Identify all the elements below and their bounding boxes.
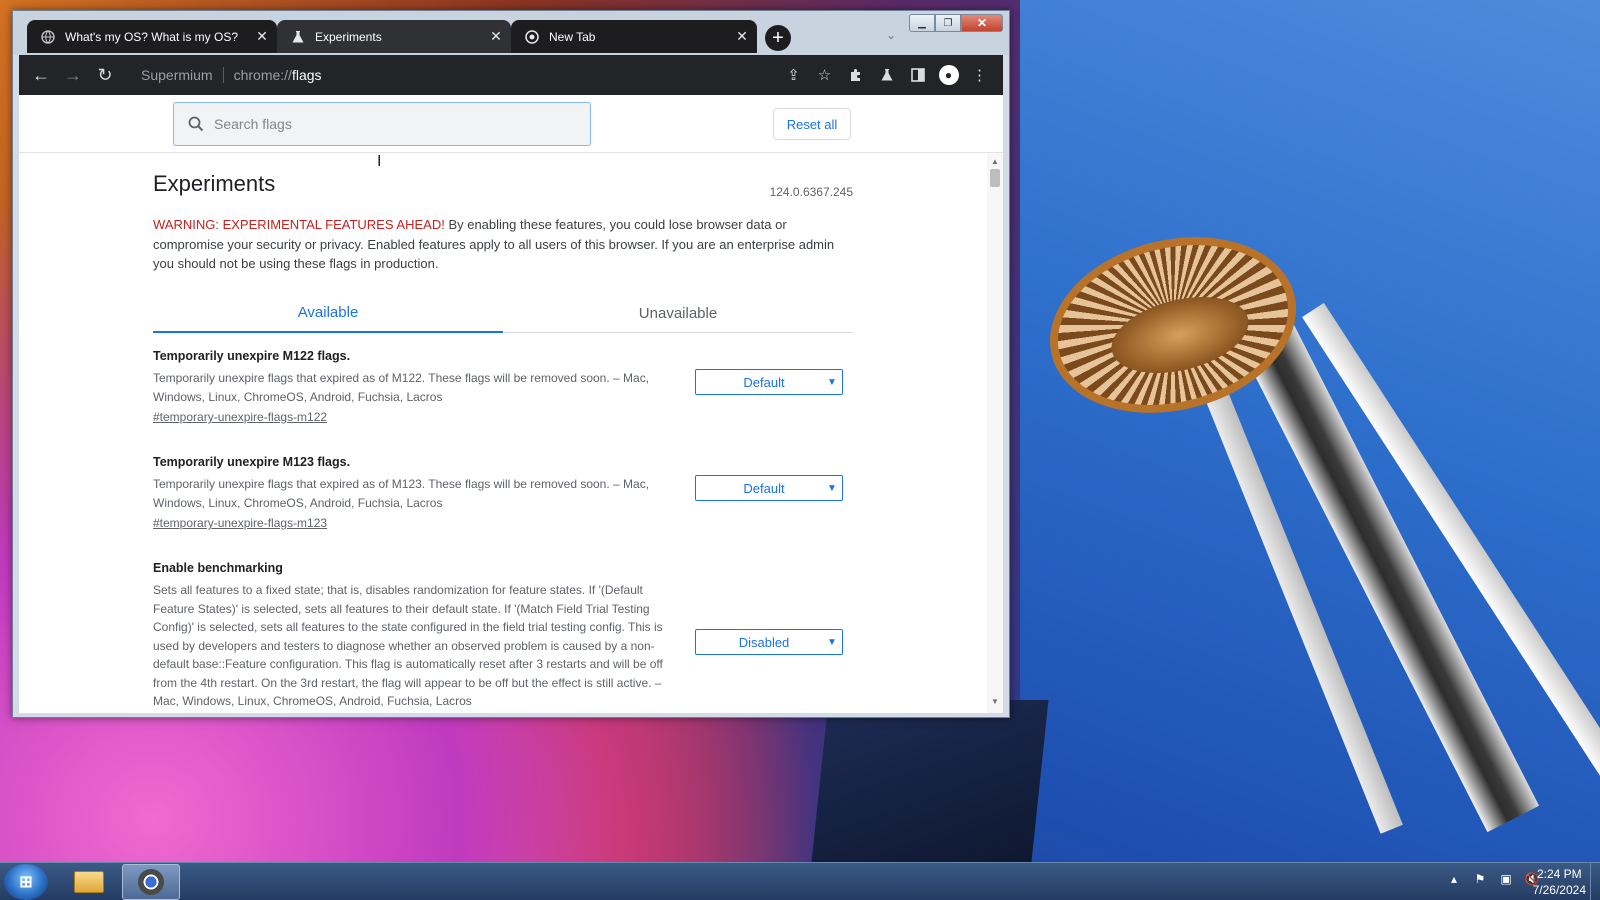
side-panel-icon[interactable] [902, 59, 933, 91]
scroll-up-arrow-icon[interactable]: ▲ [987, 157, 1003, 169]
flag-state-select[interactable]: Default ▼ [695, 369, 843, 395]
reset-all-button[interactable]: Reset all [773, 108, 851, 140]
vertical-scrollbar[interactable]: ▲ ▼ [987, 153, 1003, 713]
chevron-down-icon: ▼ [827, 376, 837, 388]
flags-content: Experiments 124.0.6367.245 WARNING: EXPE… [153, 153, 853, 713]
version-label: 124.0.6367.245 [769, 185, 853, 199]
scroll-thumb[interactable] [990, 169, 1000, 187]
flask-icon[interactable] [871, 59, 902, 91]
new-tab-button[interactable]: + [765, 25, 791, 51]
flag-item: Temporarily unexpire M123 flags. Tempora… [153, 455, 853, 532]
omnibox-host: Supermium [131, 67, 224, 83]
text-cursor-icon: I [377, 153, 382, 170]
tab-whats-my-os[interactable]: What's my OS? What is my OS? ✕ [27, 20, 277, 53]
browser-toolbar: ← → ↻ Supermium chrome://flags ⇪ ☆ ● ⋮ [19, 55, 1003, 95]
tab-title: What's my OS? What is my OS? [65, 29, 238, 44]
reload-icon[interactable]: ↻ [89, 59, 121, 91]
flags-page: Reset all Experiments 124.0.6367.245 WAR… [19, 95, 1003, 713]
close-icon[interactable]: ✕ [733, 28, 751, 46]
start-button[interactable]: ⊞ [4, 864, 48, 900]
wallpaper-building [811, 700, 1049, 862]
taskbar-clock[interactable]: 2:24 PM 7/26/2024 [1533, 866, 1586, 898]
flag-item: Temporarily unexpire M122 flags. Tempora… [153, 349, 853, 426]
tab-title: New Tab [549, 29, 596, 44]
address-bar[interactable]: Supermium chrome://flags [131, 60, 651, 90]
tab-unavailable[interactable]: Unavailable [503, 293, 853, 333]
tab-experiments[interactable]: Experiments ✕ [277, 20, 511, 53]
menu-kebab-icon[interactable]: ⋮ [964, 59, 995, 91]
chromium-icon [138, 869, 164, 895]
taskbar-file-explorer[interactable] [60, 864, 118, 900]
flag-description: Temporarily unexpire flags that expired … [153, 371, 650, 404]
tab-title: Experiments [315, 29, 382, 44]
search-input[interactable] [214, 116, 574, 132]
flag-name: Temporarily unexpire M123 flags. [153, 455, 351, 469]
search-box[interactable] [173, 102, 591, 146]
search-icon [178, 116, 214, 132]
profile-avatar-icon[interactable]: ● [933, 59, 964, 91]
flask-icon [291, 30, 305, 44]
flag-state-select[interactable]: Default ▼ [695, 475, 843, 501]
flag-state-value: Disabled [738, 634, 790, 650]
flag-description: Sets all features to a fixed state; that… [153, 583, 663, 708]
omnibox-url: chrome://flags [233, 67, 322, 83]
tab-new-tab[interactable]: New Tab ✕ [511, 20, 757, 53]
flags-tabs: Available Unavailable [153, 293, 853, 333]
action-center-flag-icon[interactable]: ⚑ [1472, 871, 1488, 887]
flag-anchor-link[interactable]: #temporary-unexpire-flags-m122 [153, 410, 327, 424]
tab-available[interactable]: Available [153, 293, 503, 333]
system-tray: ▴ ⚑ ▣ 🔇 [1446, 871, 1540, 887]
bookmark-star-icon[interactable]: ☆ [809, 59, 840, 91]
flag-state-value: Default [743, 374, 785, 390]
search-row: Reset all [19, 95, 1003, 153]
globe-icon [41, 29, 55, 44]
flag-item: Enable benchmarking Sets all features to… [153, 561, 853, 711]
share-icon[interactable]: ⇪ [778, 59, 809, 91]
flag-state-value: Default [743, 480, 785, 496]
warning-lead: WARNING: EXPERIMENTAL FEATURES AHEAD! [153, 217, 445, 232]
window-close-button[interactable]: ✕ [961, 14, 1003, 32]
taskbar: ⊞ ▴ ⚑ ▣ 🔇 2:24 PM 7/26/2024 [0, 862, 1600, 900]
tab-strip: What's my OS? What is my OS? ✕ Experimen… [13, 11, 1009, 55]
warning-text: WARNING: EXPERIMENTAL FEATURES AHEAD! By… [153, 215, 843, 274]
forward-arrow-icon[interactable]: → [57, 59, 89, 91]
tray-expand-icon[interactable]: ▴ [1446, 871, 1462, 887]
close-icon[interactable]: ✕ [253, 28, 271, 46]
minimize-button[interactable]: ▁ [909, 14, 935, 32]
tab-search-chevron-icon[interactable]: ⌄ [881, 25, 901, 45]
show-desktop-button[interactable] [1590, 863, 1600, 900]
close-icon[interactable]: ✕ [487, 28, 505, 46]
extensions-puzzle-icon[interactable] [840, 59, 871, 91]
flag-anchor-link[interactable]: #temporary-unexpire-flags-m123 [153, 516, 327, 530]
browser-window: What's my OS? What is my OS? ✕ Experimen… [12, 10, 1010, 718]
clock-date: 7/26/2024 [1532, 883, 1586, 897]
flag-name: Temporarily unexpire M122 flags. [153, 349, 351, 363]
flag-state-select[interactable]: Disabled ▼ [695, 629, 843, 655]
back-arrow-icon[interactable]: ← [25, 59, 57, 91]
page-title: Experiments [153, 171, 276, 196]
scroll-down-arrow-icon[interactable]: ▼ [987, 697, 1003, 709]
chevron-down-icon: ▼ [827, 636, 837, 648]
toolbar-actions: ⇪ ☆ ● ⋮ [778, 59, 995, 91]
network-icon[interactable]: ▣ [1498, 871, 1514, 887]
clock-time: 2:24 PM [1536, 867, 1582, 881]
folder-icon [74, 871, 104, 893]
flag-name: Enable benchmarking [153, 561, 283, 575]
taskbar-browser[interactable] [122, 864, 180, 900]
flag-description: Temporarily unexpire flags that expired … [153, 477, 650, 510]
chromium-icon [525, 29, 539, 44]
maximize-button[interactable]: ❐ [935, 14, 961, 32]
chevron-down-icon: ▼ [827, 482, 837, 494]
